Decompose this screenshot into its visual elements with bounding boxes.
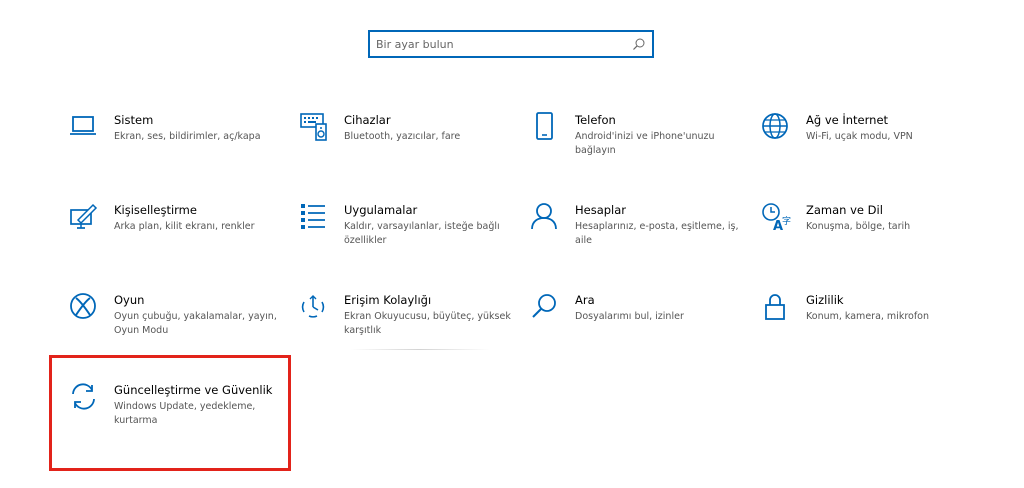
tile-title: Gizlilik [806, 293, 844, 307]
tile-description: Hesaplarınız, e-posta, eşitleme, iş, ail… [575, 221, 739, 246]
tile-title: Telefon [575, 113, 616, 127]
tile-title: Cihazlar [344, 113, 391, 127]
tile-devices[interactable]: Cihazlar Bluetooth, yazıcılar, fare [299, 112, 499, 182]
tile-personalization[interactable]: Kişiselleştirme Arka plan, kilit ekranı,… [69, 202, 269, 272]
tile-title: Zaman ve Dil [806, 203, 883, 217]
tile-system[interactable]: Sistem Ekran, ses, bildirimler, aç/kapa [69, 112, 269, 182]
tile-description: Konuşma, bölge, tarih [806, 221, 911, 232]
tile-description: Wi-Fi, uçak modu, VPN [806, 131, 913, 142]
tile-description: Konum, kamera, mikrofon [806, 311, 930, 322]
globe-icon [761, 112, 791, 142]
settings-search-box[interactable] [368, 30, 654, 58]
tile-ease-of-access[interactable]: Erişim Kolaylığı Ekran Okuyucusu, büyüte… [299, 292, 511, 362]
tile-phone[interactable]: Telefon Android'inizi ve iPhone'unuzu ba… [530, 112, 730, 182]
tile-description: Oyun çubuğu, yakalamalar, yayın, Oyun Mo… [114, 311, 277, 336]
highlight-box [49, 355, 291, 471]
tile-description: Android'inizi ve iPhone'unuzu bağlayın [575, 131, 715, 156]
ease-of-access-icon [299, 292, 329, 322]
tile-title: Ağ ve İnternet [806, 113, 889, 127]
divider [350, 349, 490, 350]
tile-title: Hesaplar [575, 203, 627, 217]
tile-time-language[interactable]: A字 Zaman ve Dil Konuşma, bölge, tarih [761, 202, 961, 272]
tile-description: Dosyalarımı bul, izinler [575, 311, 684, 322]
tile-title: Oyun [114, 293, 145, 307]
search-icon [530, 292, 560, 322]
search-input[interactable] [376, 32, 626, 56]
laptop-icon [69, 112, 99, 142]
tile-apps[interactable]: Uygulamalar Kaldır, varsayılanlar, isteğ… [299, 202, 500, 272]
tile-title: Uygulamalar [344, 203, 418, 217]
time-language-icon: A字 [761, 202, 791, 232]
lock-icon [761, 292, 791, 322]
svg-text:字: 字 [782, 215, 791, 227]
tile-gaming[interactable]: Oyun Oyun çubuğu, yakalamalar, yayın, Oy… [69, 292, 277, 362]
xbox-icon [69, 292, 99, 322]
person-icon [530, 202, 560, 232]
tile-description: Bluetooth, yazıcılar, fare [344, 131, 461, 142]
devices-icon [299, 112, 329, 142]
tile-description: Ekran Okuyucusu, büyüteç, yüksek karşıtl… [344, 311, 511, 336]
tile-description: Ekran, ses, bildirimler, aç/kapa [114, 131, 261, 142]
tile-title: Ara [575, 293, 595, 307]
search-icon[interactable] [632, 37, 646, 51]
tile-search[interactable]: Ara Dosyalarımı bul, izinler [530, 292, 730, 362]
tile-privacy[interactable]: Gizlilik Konum, kamera, mikrofon [761, 292, 961, 362]
tile-description: Arka plan, kilit ekranı, renkler [114, 221, 255, 232]
tile-description: Kaldır, varsayılanlar, isteğe bağlı özel… [344, 221, 500, 246]
tile-title: Sistem [114, 113, 154, 127]
apps-list-icon [299, 202, 329, 232]
tile-accounts[interactable]: Hesaplar Hesaplarınız, e-posta, eşitleme… [530, 202, 739, 272]
tile-title: Erişim Kolaylığı [344, 293, 432, 307]
personalization-icon [69, 202, 99, 232]
tile-title: Kişiselleştirme [114, 203, 197, 217]
tile-network[interactable]: Ağ ve İnternet Wi-Fi, uçak modu, VPN [761, 112, 961, 182]
phone-icon [530, 112, 560, 142]
